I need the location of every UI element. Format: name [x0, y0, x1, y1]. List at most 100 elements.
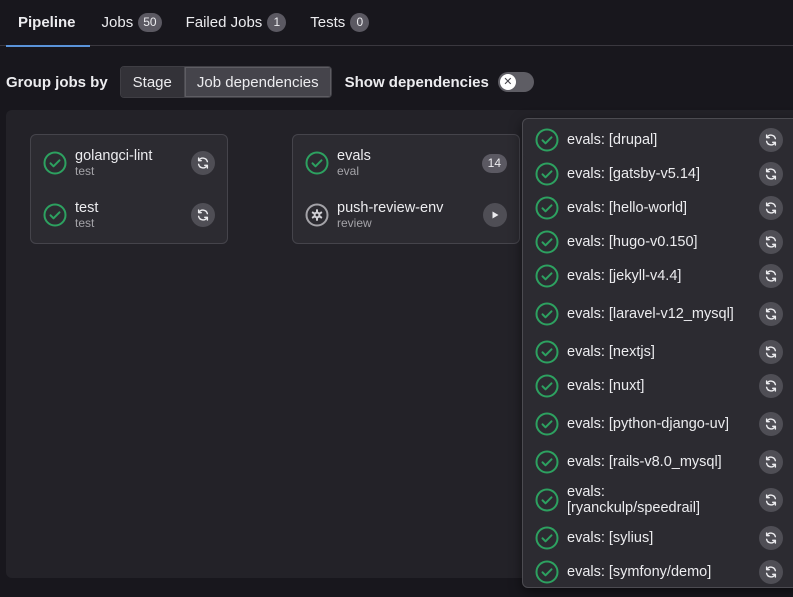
check-circle-icon	[305, 151, 329, 175]
dropdown-job-label: evals: [jekyll-v4.4]	[567, 268, 682, 284]
job-group-column-2: evals eval 14 push-review-env review	[292, 134, 520, 244]
job-stage: eval	[337, 164, 360, 178]
retry-button[interactable]	[759, 340, 783, 364]
retry-button[interactable]	[191, 151, 215, 175]
retry-icon	[197, 157, 209, 169]
job-stage: test	[75, 164, 95, 178]
retry-icon	[765, 236, 777, 248]
dropdown-job-label: evals: [ryanckulp/speedrail]	[567, 484, 700, 516]
check-circle-icon	[535, 412, 559, 436]
check-circle-icon	[535, 230, 559, 254]
check-circle-icon	[43, 151, 67, 175]
dropdown-job-label: evals: [hello-world]	[567, 200, 688, 216]
retry-icon	[765, 308, 777, 320]
retry-button[interactable]	[759, 230, 783, 254]
retry-button[interactable]	[759, 526, 783, 550]
play-icon	[492, 211, 499, 219]
retry-icon	[765, 418, 777, 430]
dropdown-job-label: evals: [rails-v8.0_mysql]	[567, 454, 722, 470]
retry-icon	[765, 380, 777, 392]
retry-button[interactable]	[759, 488, 783, 512]
dropdown-job-label: evals: [drupal]	[567, 132, 658, 148]
retry-button[interactable]	[759, 128, 783, 152]
dropdown-job-item[interactable]: evals: [nuxt]	[523, 369, 793, 403]
dropdown-job-label: evals: [laravel-v12_mysql]	[567, 306, 734, 322]
failed-jobs-count-badge: 1	[267, 13, 287, 32]
retry-button[interactable]	[759, 450, 783, 474]
retry-button[interactable]	[759, 412, 783, 436]
job-stage: test	[75, 216, 95, 230]
retry-button[interactable]	[759, 374, 783, 398]
tab-label: Pipeline	[18, 14, 76, 31]
retry-icon	[765, 202, 777, 214]
dropdown-job-label: evals: [python-django-uv]	[567, 416, 730, 432]
evals-jobs-dropdown: evals: [drupal] evals: [gatsby-v5.14] eval…	[522, 118, 793, 588]
dropdown-job-item[interactable]: evals: [drupal]	[523, 123, 793, 157]
evals-jobs-list: evals: [drupal] evals: [gatsby-v5.14] eval…	[523, 123, 793, 587]
tab-label: Failed Jobs	[185, 14, 263, 31]
show-dependencies-toggle[interactable]: ✕	[497, 72, 534, 92]
tab-jobs[interactable]: Jobs 50	[90, 0, 174, 46]
dropdown-job-item[interactable]: evals: [nextjs]	[523, 335, 793, 369]
job-name: test	[75, 200, 99, 216]
tests-count-badge: 0	[350, 13, 370, 32]
dropdown-job-label: evals: [sylius]	[567, 530, 654, 546]
check-circle-icon	[535, 526, 559, 550]
job-name: push-review-env	[337, 200, 444, 216]
retry-icon	[197, 209, 209, 221]
close-icon: ✕	[499, 74, 516, 90]
check-circle-icon	[535, 196, 559, 220]
retry-icon	[765, 134, 777, 146]
tab-failed-jobs[interactable]: Failed Jobs 1	[174, 0, 299, 46]
check-circle-icon	[535, 560, 559, 584]
retry-button[interactable]	[759, 302, 783, 326]
dropdown-job-label: evals: [nextjs]	[567, 344, 655, 360]
retry-button[interactable]	[759, 264, 783, 288]
check-circle-icon	[535, 488, 559, 512]
dropdown-job-item[interactable]: evals: [rails-v8.0_mysql]	[523, 445, 793, 479]
retry-icon	[765, 456, 777, 468]
dropdown-job-item[interactable]: evals: [jekyll-v4.4]	[523, 259, 793, 293]
retry-button[interactable]	[759, 162, 783, 186]
retry-icon	[765, 494, 777, 506]
dropdown-job-label: evals: [symfony/demo]	[567, 564, 712, 580]
retry-button[interactable]	[759, 560, 783, 584]
dropdown-job-item[interactable]: evals: [hugo-v0.150]	[523, 225, 793, 259]
dropdown-job-item[interactable]: evals: [hello-world]	[523, 191, 793, 225]
check-circle-icon	[535, 340, 559, 364]
job-group-evals[interactable]: evals eval 14	[305, 145, 507, 181]
tab-tests[interactable]: Tests 0	[298, 0, 381, 46]
job-push-review-env[interactable]: push-review-env review	[305, 197, 507, 233]
group-by-dependencies-button[interactable]: Job dependencies	[183, 67, 331, 97]
dropdown-job-item[interactable]: evals: [python-django-uv]	[523, 403, 793, 445]
check-circle-icon	[535, 264, 559, 288]
retry-button[interactable]	[191, 203, 215, 227]
dropdown-job-label: evals: [nuxt]	[567, 378, 645, 394]
play-button[interactable]	[483, 203, 507, 227]
show-dependencies-label: Show dependencies	[344, 73, 489, 91]
group-by-stage-button[interactable]: Stage	[120, 67, 184, 97]
check-circle-icon	[535, 128, 559, 152]
dropdown-job-item[interactable]: evals: [symfony/demo]	[523, 555, 793, 587]
dropdown-job-label: evals: [gatsby-v5.14]	[567, 166, 700, 182]
job-test[interactable]: test test	[43, 197, 215, 233]
tab-pipeline[interactable]: Pipeline	[0, 0, 90, 47]
group-jobs-label: Group jobs by	[6, 73, 108, 91]
job-name: evals	[337, 148, 371, 164]
retry-icon	[765, 346, 777, 358]
retry-icon	[765, 566, 777, 578]
job-golangci-lint[interactable]: golangci-lint test	[43, 145, 215, 181]
job-name: golangci-lint	[75, 148, 153, 164]
retry-button[interactable]	[759, 196, 783, 220]
dropdown-job-item[interactable]: evals: [laravel-v12_mysql]	[523, 293, 793, 335]
dropdown-job-item[interactable]: evals: [sylius]	[523, 521, 793, 555]
pipeline-tabs: Pipeline Jobs 50 Failed Jobs 1 Tests 0	[0, 0, 793, 47]
job-group-column-1: golangci-lint test test test	[30, 134, 228, 244]
check-circle-icon	[535, 450, 559, 474]
dropdown-job-item[interactable]: evals: [ryanckulp/speedrail]	[523, 479, 793, 521]
group-by-segmented-control: Stage Job dependencies	[119, 66, 332, 98]
check-circle-icon	[535, 162, 559, 186]
dropdown-job-item[interactable]: evals: [gatsby-v5.14]	[523, 157, 793, 191]
retry-icon	[765, 168, 777, 180]
graph-controls: Group jobs by Stage Job dependencies Sho…	[6, 66, 534, 98]
